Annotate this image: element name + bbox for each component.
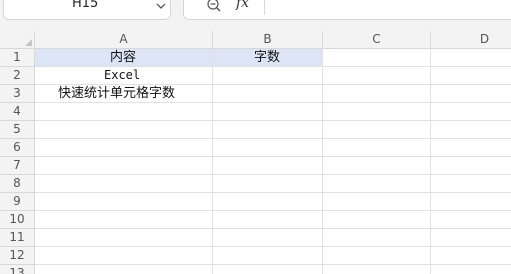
formula-divider (264, 0, 265, 15)
cell-c6[interactable] (323, 139, 431, 157)
cell-c8[interactable] (323, 175, 431, 193)
cell-a5[interactable] (35, 121, 213, 139)
cell-a6[interactable] (35, 139, 213, 157)
row-header-11[interactable]: 11 (0, 229, 35, 247)
cell-d4[interactable] (431, 103, 511, 121)
cell-d11[interactable] (431, 229, 511, 247)
row-header-12[interactable]: 12 (0, 247, 35, 265)
row-header-13[interactable]: 13 (0, 265, 35, 274)
column-header-a[interactable]: A (35, 31, 213, 49)
cell-a1-text: 内容 (110, 50, 137, 65)
column-header-b[interactable]: B (213, 31, 323, 49)
cell-a13[interactable] (35, 265, 213, 274)
cell-b9[interactable] (213, 193, 323, 211)
cell-a8[interactable] (35, 175, 213, 193)
cell-b10[interactable] (213, 211, 323, 229)
row-header-3[interactable]: 3 (0, 85, 35, 103)
cell-c2[interactable] (323, 67, 431, 85)
spreadsheet-grid: A B C D E 1 2 3 4 5 6 7 8 9 10 11 12 13 … (0, 31, 511, 274)
cell-a7[interactable] (35, 157, 213, 175)
cell-a12[interactable] (35, 247, 213, 265)
cell-b5[interactable] (213, 121, 323, 139)
name-box-value: H15 (72, 0, 99, 11)
cell-c9[interactable] (323, 193, 431, 211)
row-header-2[interactable]: 2 (0, 67, 35, 85)
cell-a11[interactable] (35, 229, 213, 247)
column-header-c[interactable]: C (323, 31, 431, 49)
row-header-7[interactable]: 7 (0, 157, 35, 175)
cell-c10[interactable] (323, 211, 431, 229)
cell-b1-text: 字数 (254, 50, 281, 65)
cell-a3-text: 快速统计单元格字数 (58, 86, 176, 101)
formula-input-area[interactable]: fx (183, 0, 511, 20)
cell-d2[interactable] (431, 67, 511, 85)
cell-d9[interactable] (431, 193, 511, 211)
cell-a9[interactable] (35, 193, 213, 211)
row-header-10[interactable]: 10 (0, 211, 35, 229)
row-header-1[interactable]: 1 (0, 49, 35, 67)
cell-c12[interactable] (323, 247, 431, 265)
chevron-down-icon[interactable] (155, 0, 167, 16)
name-box[interactable]: H15 (3, 0, 171, 20)
cell-d6[interactable] (431, 139, 511, 157)
formula-bar: H15 fx (0, 0, 511, 22)
row-header-5[interactable]: 5 (0, 121, 35, 139)
row-header-8[interactable]: 8 (0, 175, 35, 193)
cell-c1[interactable] (323, 49, 431, 67)
cell-c4[interactable] (323, 103, 431, 121)
insert-function-button[interactable]: fx (236, 0, 249, 11)
cell-b2[interactable] (213, 67, 323, 85)
cell-d8[interactable] (431, 175, 511, 193)
row-header-4[interactable]: 4 (0, 103, 35, 121)
cell-b3[interactable] (213, 85, 323, 103)
cell-d5[interactable] (431, 121, 511, 139)
column-header-d[interactable]: D (431, 31, 511, 49)
cell-c3[interactable] (323, 85, 431, 103)
cell-b4[interactable] (213, 103, 323, 121)
cell-b11[interactable] (213, 229, 323, 247)
cell-d10[interactable] (431, 211, 511, 229)
cell-d13[interactable] (431, 265, 511, 274)
cell-c11[interactable] (323, 229, 431, 247)
row-header-9[interactable]: 9 (0, 193, 35, 211)
row-header-6[interactable]: 6 (0, 139, 35, 157)
cell-b6[interactable] (213, 139, 323, 157)
cell-b12[interactable] (213, 247, 323, 265)
cell-c5[interactable] (323, 121, 431, 139)
cell-d7[interactable] (431, 157, 511, 175)
cell-a10[interactable] (35, 211, 213, 229)
cell-d1[interactable] (431, 49, 511, 67)
cell-b13[interactable] (213, 265, 323, 274)
cell-d3[interactable] (431, 85, 511, 103)
cell-c7[interactable] (323, 157, 431, 175)
zoom-icon[interactable] (206, 0, 222, 17)
cell-c13[interactable] (323, 265, 431, 274)
cell-b7[interactable] (213, 157, 323, 175)
select-all-corner[interactable] (0, 31, 35, 49)
cell-d12[interactable] (431, 247, 511, 265)
cell-a4[interactable] (35, 103, 213, 121)
cell-a2-text: Excel (104, 68, 141, 82)
cell-b8[interactable] (213, 175, 323, 193)
